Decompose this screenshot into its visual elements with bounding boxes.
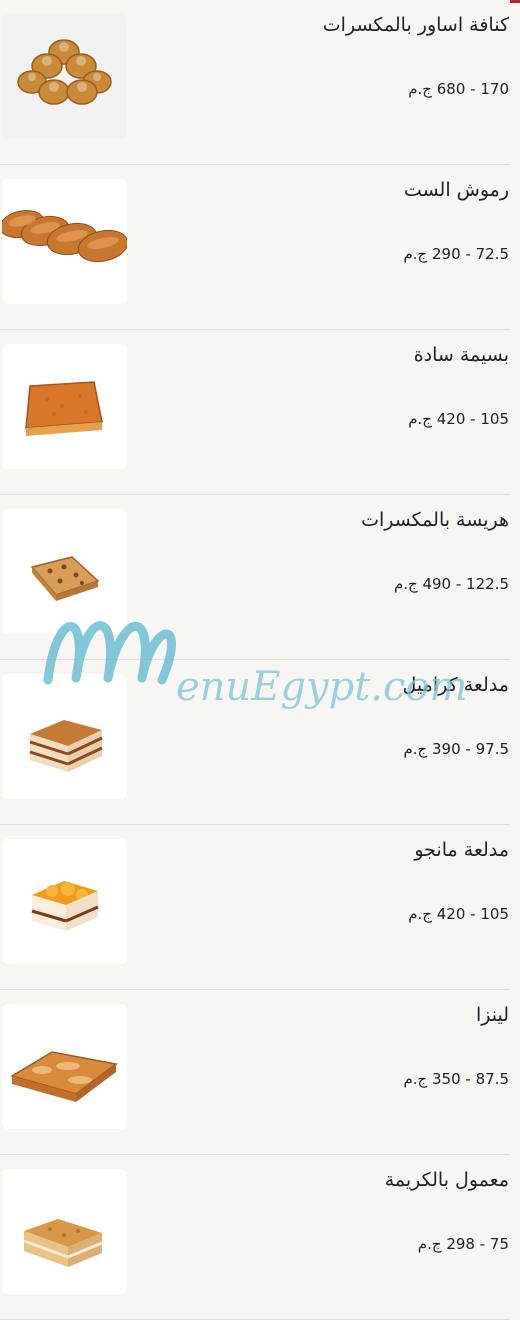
menu-item[interactable]: مدلعة مانجو 105 - 420 ج.م: [0, 825, 510, 990]
item-price: 97.5 - 390 ج.م: [403, 740, 509, 758]
item-name: معمول بالكريمة: [384, 1169, 509, 1191]
item-price: 170 - 680 ج.م: [408, 80, 509, 98]
item-name: مدلعة كراميل: [402, 674, 509, 696]
caramel-cake-image[interactable]: [2, 674, 127, 799]
maamoul-cream-image[interactable]: [2, 1169, 127, 1294]
item-price: 75 - 298 ج.م: [417, 1235, 509, 1253]
linza-image[interactable]: [2, 1004, 127, 1129]
item-name: لينزا: [475, 1004, 509, 1026]
menu-item[interactable]: لينزا 87.5 - 350 ج.م: [0, 990, 510, 1155]
item-name: مدلعة مانجو: [414, 839, 509, 861]
menu-item[interactable]: بسيمة سادة 105 - 420 ج.م: [0, 330, 510, 495]
menu-item[interactable]: مدلعة كراميل 97.5 - 390 ج.م: [0, 660, 510, 825]
menu-list: كنافة اساور بالمكسرات 170 - 680 ج.م رموش…: [0, 0, 520, 1320]
mango-cake-image[interactable]: [2, 839, 127, 964]
item-name: هريسة بالمكسرات: [361, 509, 509, 531]
item-price: 105 - 420 ج.م: [408, 410, 509, 428]
item-name: رموش الست: [403, 179, 509, 201]
item-name: بسيمة سادة: [413, 344, 509, 366]
item-price: 122.5 - 490 ج.م: [393, 575, 509, 593]
menu-item[interactable]: كنافة اساور بالمكسرات 170 - 680 ج.م: [0, 0, 510, 165]
item-price: 87.5 - 350 ج.م: [403, 1070, 509, 1088]
menu-item[interactable]: هريسة بالمكسرات 122.5 - 490 ج.م: [0, 495, 510, 660]
basbousa-plain-image[interactable]: [2, 344, 127, 469]
kunafa-nests-image[interactable]: [2, 14, 127, 139]
menu-item[interactable]: رموش الست 72.5 - 290 ج.م: [0, 165, 510, 330]
harissa-nuts-image[interactable]: [2, 509, 127, 634]
item-price: 105 - 420 ج.م: [408, 905, 509, 923]
rumush-alsit-image[interactable]: [2, 179, 127, 304]
item-name: كنافة اساور بالمكسرات: [322, 14, 509, 36]
menu-item[interactable]: معمول بالكريمة 75 - 298 ج.م: [0, 1155, 510, 1320]
item-price: 72.5 - 290 ج.م: [403, 245, 509, 263]
